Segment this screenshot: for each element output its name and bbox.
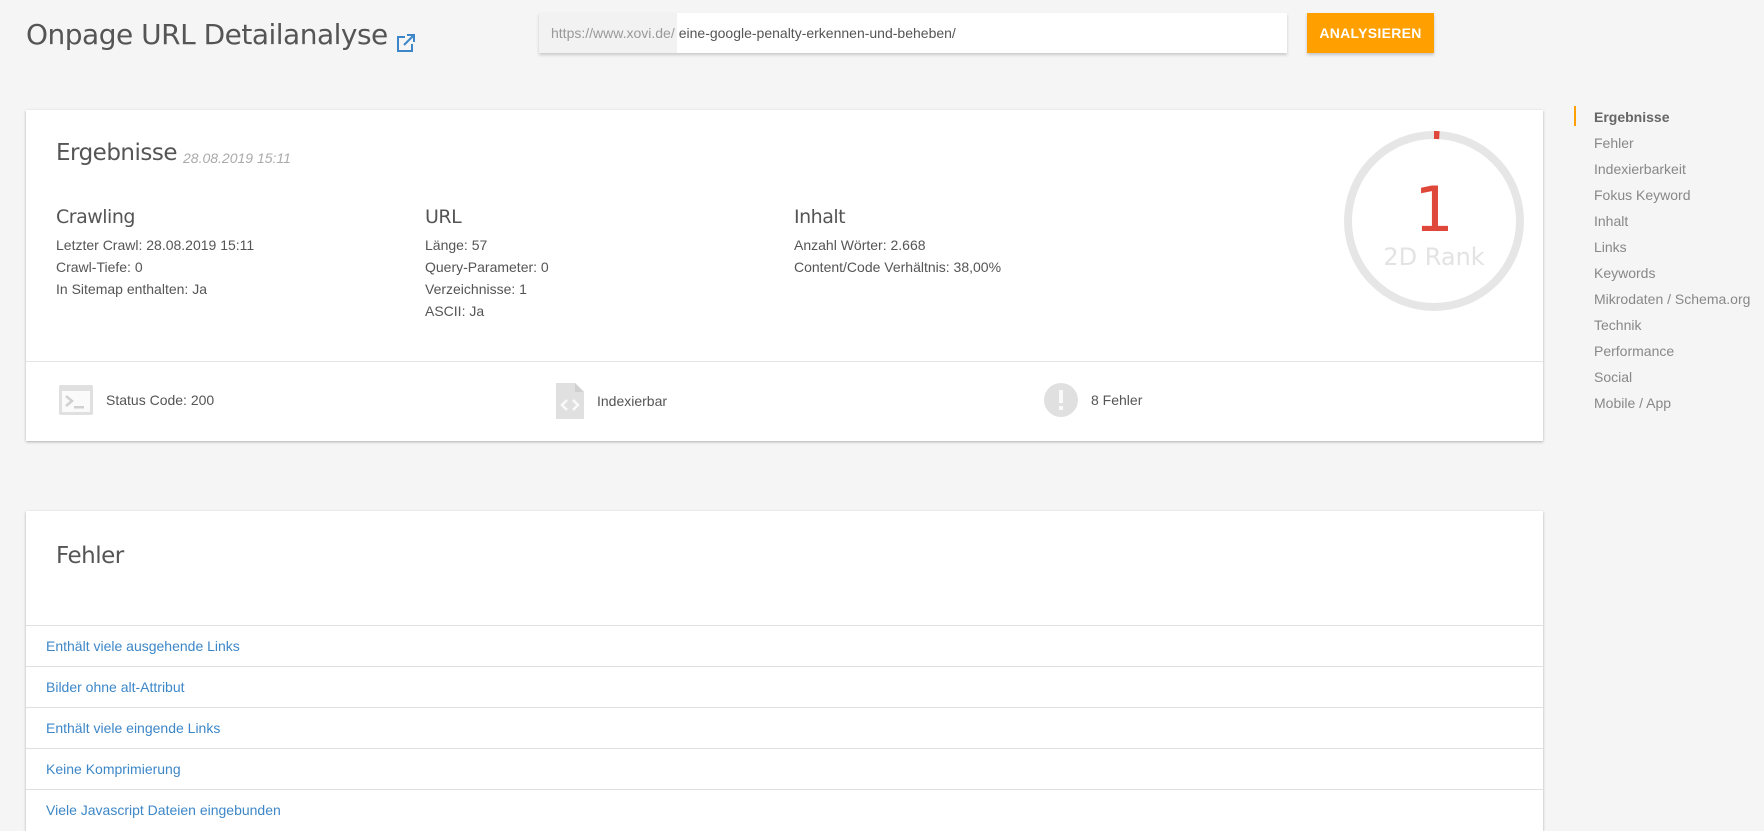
url-directories: Verzeichnisse: 1	[425, 281, 527, 297]
rank-gauge: 1 2D Rank	[1344, 131, 1524, 311]
error-item[interactable]: Enthält viele eingende Links	[26, 707, 1543, 748]
url-length: Länge: 57	[425, 237, 488, 253]
status-code-text: Status Code: 200	[106, 392, 215, 408]
content-code-ratio: Content/Code Verhältnis: 38,00%	[794, 259, 1002, 275]
results-title: Ergebnisse	[56, 140, 178, 166]
crawling-last-crawl: Letzter Crawl: 28.08.2019 15:11	[56, 237, 255, 253]
crawling-heading: Crawling	[56, 206, 135, 228]
external-link-icon[interactable]	[396, 27, 416, 52]
code-file-icon	[556, 383, 584, 419]
nav-item-performance[interactable]: Performance	[1574, 338, 1750, 364]
errors-count-text: 8 Fehler	[1091, 392, 1143, 408]
crawling-in-sitemap: In Sitemap enthalten: Ja	[56, 281, 207, 297]
crawling-section: Crawling Letzter Crawl: 28.08.2019 15:11…	[56, 206, 254, 300]
errors-title: Fehler	[56, 543, 124, 569]
section-nav: Ergebnisse Fehler Indexierbarkeit Fokus …	[1574, 104, 1750, 416]
nav-item-fehler[interactable]: Fehler	[1574, 130, 1750, 156]
nav-item-social[interactable]: Social	[1574, 364, 1750, 390]
nav-item-technik[interactable]: Technik	[1574, 312, 1750, 338]
content-section: Inhalt Anzahl Wörter: 2.668 Content/Code…	[794, 206, 1001, 278]
url-input[interactable]	[676, 13, 1287, 53]
errors-card: Fehler Enthält viele ausgehende Links Bi…	[26, 511, 1543, 831]
url-query-params: Query-Parameter: 0	[425, 259, 549, 275]
rank-value: 1	[1414, 173, 1453, 246]
nav-item-links[interactable]: Links	[1574, 234, 1750, 260]
url-ascii: ASCII: Ja	[425, 303, 485, 319]
terminal-icon	[59, 385, 93, 415]
content-word-count: Anzahl Wörter: 2.668	[794, 237, 926, 253]
crawling-depth: Crawl-Tiefe: 0	[56, 259, 143, 275]
nav-item-fokus-keyword[interactable]: Fokus Keyword	[1574, 182, 1750, 208]
url-heading: URL	[425, 206, 462, 228]
indexable-text: Indexierbar	[597, 393, 668, 409]
nav-item-indexierbarkeit[interactable]: Indexierbarkeit	[1574, 156, 1750, 182]
error-item[interactable]: Viele Javascript Dateien eingebunden	[26, 789, 1543, 830]
nav-item-inhalt[interactable]: Inhalt	[1574, 208, 1750, 234]
results-date: 28.08.2019 15:11	[183, 150, 291, 166]
rank-label: 2D Rank	[1383, 243, 1484, 271]
results-card: Ergebnisse 28.08.2019 15:11 Crawling Let…	[26, 110, 1543, 441]
page-title-text: Onpage URL Detailanalyse	[26, 18, 388, 51]
url-prefix: https://www.xovi.de/	[539, 13, 677, 53]
results-divider	[26, 361, 1543, 362]
alert-icon	[1044, 383, 1078, 417]
status-code-item: Status Code: 200	[58, 382, 214, 418]
url-bar: https://www.xovi.de/	[539, 13, 1287, 53]
content-heading: Inhalt	[794, 206, 846, 228]
nav-item-ergebnisse[interactable]: Ergebnisse	[1574, 104, 1750, 130]
error-item[interactable]: Keine Komprimierung	[26, 748, 1543, 789]
page-title: Onpage URL Detailanalyse	[26, 18, 416, 52]
nav-item-mikrodaten[interactable]: Mikrodaten / Schema.org	[1574, 286, 1750, 312]
nav-item-keywords[interactable]: Keywords	[1574, 260, 1750, 286]
error-list: Enthält viele ausgehende Links Bilder oh…	[26, 625, 1543, 830]
nav-item-mobile-app[interactable]: Mobile / App	[1574, 390, 1750, 416]
indexable-item: Indexierbar	[555, 382, 667, 420]
error-item[interactable]: Enthält viele ausgehende Links	[26, 625, 1543, 666]
url-section: URL Länge: 57 Query-Parameter: 0 Verzeic…	[425, 206, 549, 322]
errors-count-item: 8 Fehler	[1043, 382, 1142, 418]
error-item[interactable]: Bilder ohne alt-Attribut	[26, 666, 1543, 707]
analyze-button[interactable]: ANALYSIEREN	[1307, 13, 1434, 53]
